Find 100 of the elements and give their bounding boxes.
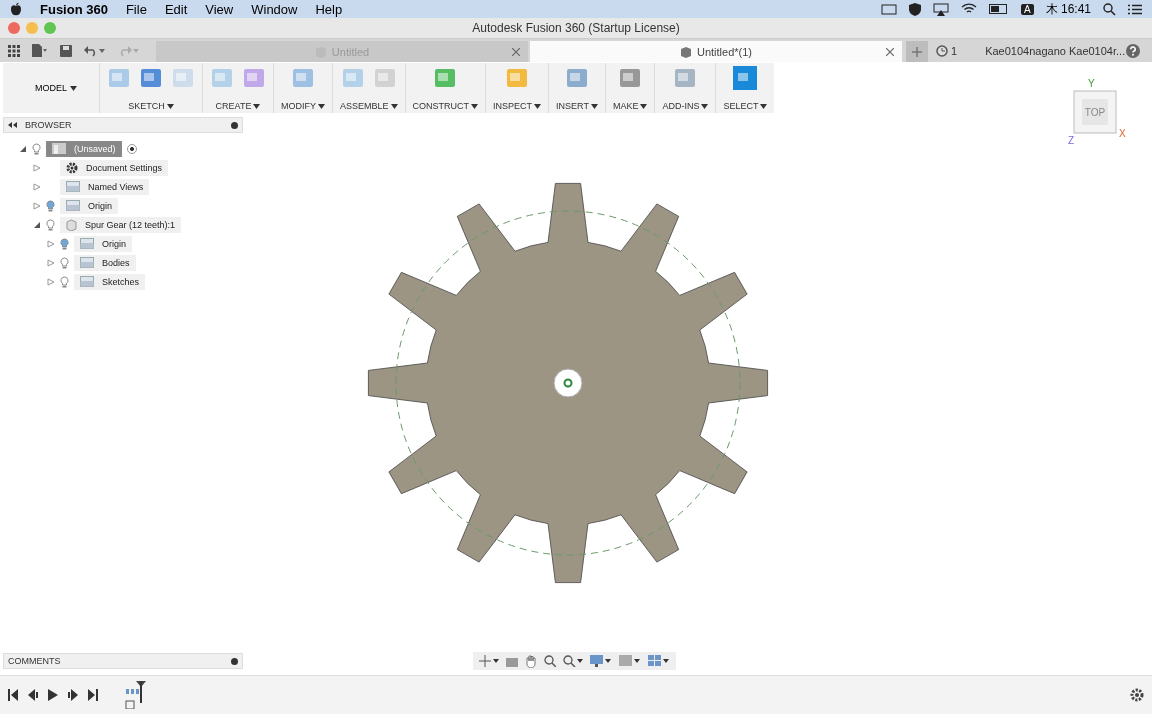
step-back-icon[interactable] <box>28 689 38 701</box>
axis-label: Y <box>1088 78 1095 89</box>
expand-arrow-icon[interactable] <box>47 277 55 286</box>
tool-icon[interactable] <box>242 66 266 90</box>
toolbar-group[interactable]: SKETCH <box>99 63 202 113</box>
tool-icon[interactable] <box>733 66 758 90</box>
workspace-dropdown[interactable]: MODEL <box>13 63 99 113</box>
save-icon[interactable] <box>60 44 72 57</box>
caret-icon <box>166 103 174 109</box>
radio-icon[interactable] <box>126 143 137 154</box>
toolbar-group[interactable]: ADD-INS <box>654 63 716 113</box>
lightbulb-icon[interactable] <box>46 218 55 231</box>
tree-item[interactable]: Spur Gear (12 teeth):1 <box>60 216 182 233</box>
skip-start-icon[interactable] <box>8 689 18 701</box>
document-tab[interactable]: Untitled*(1) <box>530 41 902 62</box>
toolbar-group[interactable]: CREATE <box>202 63 273 113</box>
lightbulb-icon[interactable] <box>60 256 69 269</box>
toolbar-group[interactable]: MODIFY <box>273 63 332 113</box>
tree-item[interactable]: Origin <box>74 235 132 252</box>
toolbar-group[interactable]: INSERT <box>548 63 605 113</box>
axis-label: Z <box>1068 135 1075 146</box>
tool-icon[interactable] <box>433 66 458 90</box>
lightbulb-icon[interactable] <box>46 199 55 212</box>
view-cube[interactable] <box>1073 90 1117 134</box>
pin-icon[interactable] <box>231 657 238 665</box>
tool-icon[interactable] <box>139 66 163 90</box>
tool-icon[interactable] <box>618 66 643 90</box>
skip-end-icon[interactable] <box>88 689 98 701</box>
app-name[interactable]: Fusion 360 <box>40 1 108 17</box>
airplay-icon[interactable] <box>932 2 949 16</box>
close-icon[interactable] <box>512 47 520 56</box>
menu-item[interactable]: File <box>125 1 147 17</box>
clock-icon[interactable] <box>936 44 948 57</box>
folder-icon <box>66 200 80 211</box>
lightbulb-icon[interactable] <box>60 275 69 288</box>
collapse-arrow-icon[interactable] <box>19 144 27 153</box>
menu-item[interactable]: Help <box>315 1 343 17</box>
tree-item[interactable]: Document Settings <box>60 159 169 176</box>
battery-icon[interactable] <box>988 4 1009 14</box>
tree-item[interactable]: Origin <box>60 197 118 214</box>
settings-icon[interactable] <box>1130 688 1144 702</box>
caret-icon <box>701 103 709 109</box>
menubar-clock[interactable]: 木 16:41 <box>1045 0 1091 18</box>
tool-icon[interactable] <box>564 66 589 90</box>
menu-item[interactable]: View <box>205 1 234 17</box>
close-icon[interactable] <box>886 47 894 56</box>
expand-arrow-icon[interactable] <box>47 258 55 267</box>
expand-arrow-icon[interactable] <box>47 239 55 248</box>
display-icon[interactable] <box>880 3 897 15</box>
pan-hand-icon[interactable] <box>525 654 537 668</box>
tree-item[interactable]: Named Views <box>60 178 150 195</box>
menu-item[interactable]: Edit <box>164 1 188 17</box>
toolbar-group[interactable]: SELECT <box>715 63 775 113</box>
play-icon[interactable] <box>48 689 58 701</box>
collapse-icon[interactable] <box>8 122 17 128</box>
grid-menu-icon[interactable] <box>8 44 20 57</box>
toolbar-group[interactable]: MAKE <box>604 63 655 113</box>
caret-icon <box>590 103 598 109</box>
user-name[interactable]: Kae0104nagano Kae0104r... <box>985 39 1126 62</box>
lightbulb-icon[interactable] <box>32 142 41 155</box>
undo-icon[interactable] <box>84 44 106 57</box>
tree-item[interactable]: Sketches <box>74 273 146 290</box>
gear-icon <box>66 161 78 174</box>
folder-icon <box>80 238 94 249</box>
folder-icon <box>80 257 94 268</box>
input-mode-indicator[interactable]: A <box>1020 3 1034 15</box>
list-icon[interactable] <box>1128 3 1142 15</box>
tree-item[interactable]: (Unsaved) <box>46 140 122 157</box>
shield-icon[interactable] <box>908 2 921 16</box>
display-settings-icon[interactable] <box>590 655 612 667</box>
menu-item[interactable]: Window <box>251 1 298 17</box>
job-count[interactable]: 1 <box>951 44 958 57</box>
file-icon[interactable] <box>32 44 48 57</box>
orbit-icon[interactable] <box>479 655 499 667</box>
collapse-arrow-icon[interactable] <box>33 220 41 229</box>
search-icon[interactable] <box>1103 2 1116 16</box>
caret-icon <box>760 103 768 109</box>
browser-title: BROWSER <box>25 120 72 130</box>
zoom-window-icon[interactable] <box>563 655 583 667</box>
window-title: Autodesk Fusion 360 (Startup License) <box>472 21 680 35</box>
apple-logo-icon[interactable] <box>10 2 22 16</box>
close-button[interactable] <box>8 22 20 34</box>
pin-icon[interactable] <box>231 121 238 129</box>
expand-arrow-icon[interactable] <box>33 163 41 172</box>
viewports-icon[interactable] <box>648 655 670 667</box>
wifi-icon[interactable] <box>960 3 977 15</box>
zoom-button[interactable] <box>44 22 56 34</box>
expand-arrow-icon[interactable] <box>33 182 41 191</box>
help-icon[interactable] <box>1126 43 1140 58</box>
expand-arrow-icon[interactable] <box>33 201 41 210</box>
lightbulb-icon[interactable] <box>60 237 69 250</box>
tree-item[interactable]: Bodies <box>74 254 136 271</box>
new-tab-button[interactable] <box>906 41 928 62</box>
zoom-icon[interactable] <box>544 655 556 667</box>
toolbar-group[interactable]: INSPECT <box>485 63 549 113</box>
step-forward-icon[interactable] <box>68 689 78 701</box>
box-icon <box>680 45 692 58</box>
toolbar-group[interactable]: CONSTRUCT <box>404 63 486 113</box>
tool-icon[interactable] <box>673 66 698 90</box>
caret-icon <box>70 85 77 91</box>
